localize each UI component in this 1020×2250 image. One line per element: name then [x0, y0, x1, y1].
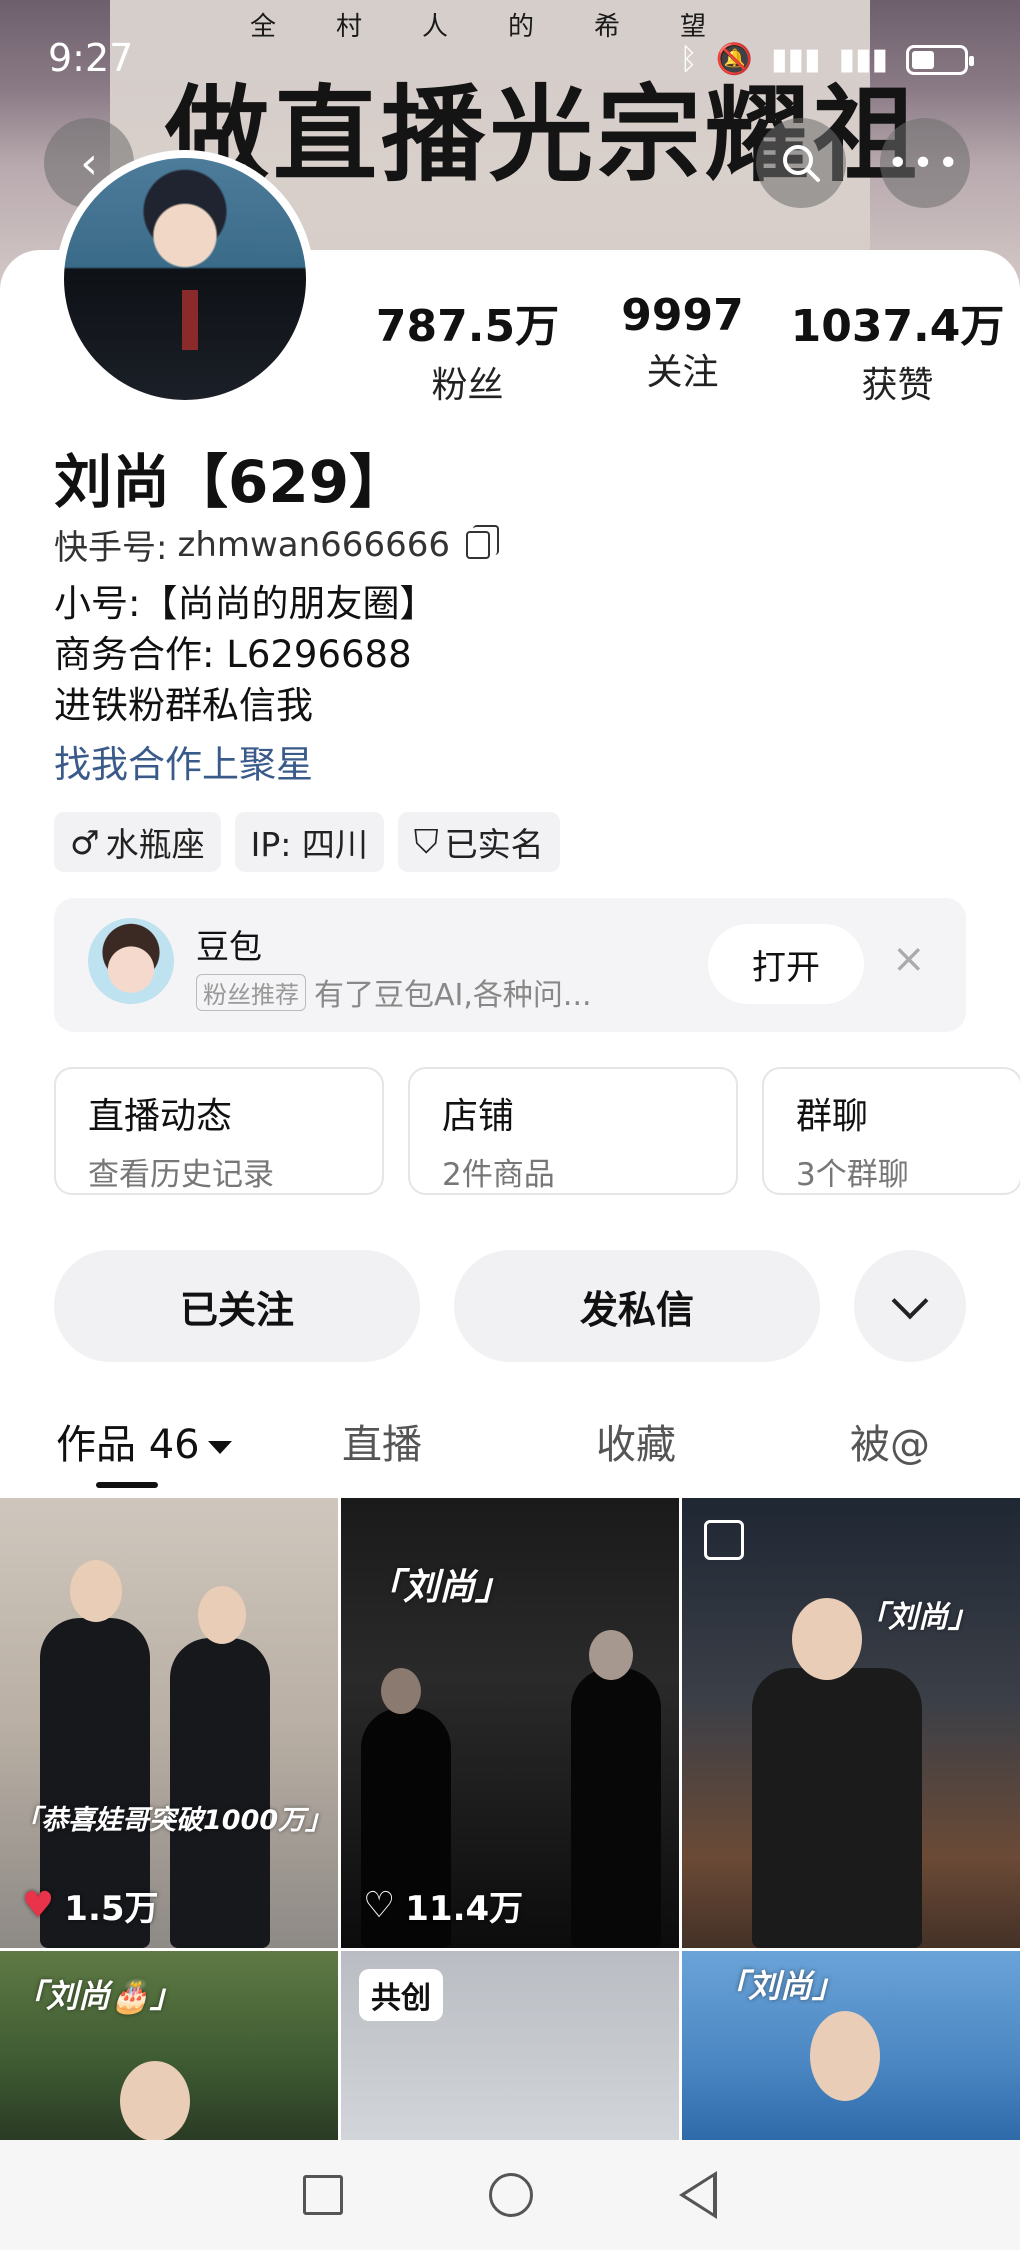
- more-dots-icon: •••: [887, 142, 963, 184]
- like-count-value: 11.4万: [405, 1889, 524, 1929]
- bio-link[interactable]: 找我合作上聚星: [54, 739, 436, 790]
- stat-fans[interactable]: 787.5万 粉丝: [360, 290, 575, 408]
- ai-badge: 粉丝推荐: [196, 973, 306, 1011]
- tag-label: 已实名: [444, 825, 544, 864]
- shortcut-title: 群聊: [796, 1096, 869, 1137]
- shortcut-shop[interactable]: 店铺 2件商品: [408, 1067, 738, 1195]
- video-thumbnail[interactable]: 「刘尚」: [682, 1951, 1020, 2141]
- mute-icon: 🔕: [715, 42, 753, 77]
- shortcut-live-history[interactable]: 直播动态 查看历史记录: [54, 1067, 384, 1195]
- video-thumbnail[interactable]: 「恭喜娃哥突破1000万」 ♥ 1.5万: [0, 1498, 338, 1948]
- like-count-value: 1.5万: [64, 1889, 159, 1929]
- kuaishou-id-row[interactable]: 快手号: zhmwan666666: [54, 520, 499, 569]
- tag-label: IP: 四川: [250, 825, 368, 864]
- chevron-down-icon: [891, 1282, 929, 1320]
- stat-label: 关注: [646, 352, 719, 393]
- bluetooth-icon: ᛒ: [679, 42, 698, 77]
- ai-desc: 有了豆包AI,各种问...: [314, 978, 592, 1013]
- tag-ip: IP: 四川: [234, 812, 384, 872]
- male-icon: ♂: [70, 822, 100, 862]
- status-bar: 9:27 ᛒ 🔕 ▮▮▮ ▮▮▮: [0, 0, 1020, 120]
- like-count: ♡ 11.4万: [363, 1881, 523, 1930]
- profile-tags: ♂ 水瓶座 IP: 四川 ⛉ 已实名: [54, 812, 560, 872]
- heart-filled-icon: ♥: [22, 1885, 55, 1926]
- tab-favorites[interactable]: 收藏: [596, 1412, 676, 1470]
- works-grid: 「恭喜娃哥突破1000万」 ♥ 1.5万 「刘尚」 ♡ 11.4万 「刘尚」 「…: [0, 1498, 1020, 2141]
- chevron-left-icon: ‹: [80, 137, 98, 189]
- message-button[interactable]: 发私信: [454, 1250, 820, 1362]
- video-caption: 「刘尚」: [858, 1600, 978, 1635]
- profile-name: 刘尚【629】: [54, 448, 408, 516]
- kuaishou-id-label: 快手号:: [54, 528, 168, 568]
- photo-thumbnail[interactable]: 「刘尚」: [682, 1498, 1020, 1948]
- stat-value: 9997: [621, 290, 744, 341]
- video-caption: 「刘尚🎂」: [14, 1977, 182, 2015]
- shortcut-title: 店铺: [442, 1096, 515, 1137]
- ai-open-button[interactable]: 打开: [708, 924, 864, 1004]
- bio-line: 小号:【尚尚的朋友圈】: [54, 582, 437, 625]
- followed-button[interactable]: 已关注: [54, 1250, 420, 1362]
- status-time: 9:27: [48, 36, 134, 80]
- system-nav-bar: [0, 2140, 1020, 2250]
- tag-label: 水瓶座: [105, 825, 205, 864]
- gallery-icon: [704, 1520, 744, 1560]
- action-row: 已关注 发私信: [54, 1250, 966, 1362]
- shortcut-sub: 2件商品: [442, 1157, 555, 1193]
- copy-icon[interactable]: [465, 524, 499, 559]
- video-thumbnail[interactable]: 共创: [341, 1951, 679, 2141]
- video-caption: 「刘尚」: [367, 1567, 512, 1608]
- wifi-signal-icon: ▮▮▮: [838, 42, 888, 77]
- ai-name: 豆包: [196, 927, 262, 966]
- stat-label: 粉丝: [431, 365, 504, 406]
- stat-value: 1037.4万: [790, 301, 1005, 352]
- tab-mentions[interactable]: 被@: [850, 1412, 930, 1470]
- video-caption: 「恭喜娃哥突破1000万」: [14, 1805, 333, 1836]
- search-icon: [783, 145, 820, 182]
- content-tabs: 作品 46 直播 收藏 被@: [54, 1412, 966, 1492]
- shortcut-group-chat[interactable]: 群聊 3个群聊: [762, 1067, 1020, 1195]
- shortcut-sub: 查看历史记录: [88, 1157, 274, 1193]
- caret-down-icon: [207, 1440, 232, 1454]
- close-icon[interactable]: ×: [892, 936, 926, 982]
- home-icon[interactable]: [489, 2173, 533, 2217]
- status-icons: ᛒ 🔕 ▮▮▮ ▮▮▮: [679, 42, 974, 77]
- stat-label: 获赞: [861, 365, 934, 406]
- battery-icon: [906, 44, 974, 75]
- tab-label: 作品 46: [56, 1422, 200, 1468]
- tab-live[interactable]: 直播: [342, 1412, 422, 1470]
- ai-recommend-card[interactable]: 豆包 粉丝推荐 有了豆包AI,各种问... 打开 ×: [54, 898, 966, 1032]
- profile-bio: 小号:【尚尚的朋友圈】 商务合作: L6296688 进铁粉群私信我 找我合作上…: [54, 578, 436, 790]
- shield-check-icon: ⛉: [413, 822, 439, 861]
- tab-works[interactable]: 作品 46: [56, 1412, 232, 1470]
- signal-icon: ▮▮▮: [770, 42, 821, 77]
- co-create-badge: 共创: [359, 1969, 443, 2021]
- search-button[interactable]: [756, 118, 846, 208]
- stat-value: 787.5万: [375, 301, 560, 352]
- avatar[interactable]: [56, 150, 314, 408]
- bio-line: 进铁粉群私信我: [54, 684, 313, 727]
- avatar-image: [64, 158, 306, 400]
- recent-apps-icon[interactable]: [303, 2175, 343, 2215]
- back-triangle-icon[interactable]: [679, 2171, 717, 2219]
- tag-verified: ⛉ 已实名: [397, 812, 560, 872]
- shortcut-sub: 3个群聊: [796, 1157, 909, 1193]
- more-button[interactable]: •••: [880, 118, 970, 208]
- video-caption: 「刘尚」: [716, 1967, 845, 2005]
- ai-avatar: [88, 918, 174, 1004]
- tag-zodiac: ♂ 水瓶座: [54, 812, 221, 872]
- tab-indicator: [96, 1482, 158, 1488]
- heart-outline-icon: ♡: [363, 1885, 396, 1926]
- stat-following[interactable]: 9997 关注: [575, 290, 790, 408]
- profile-stats: 787.5万 粉丝 9997 关注 1037.4万 获赞: [360, 290, 1005, 408]
- shortcut-row: 直播动态 查看历史记录 店铺 2件商品 群聊 3个群聊: [54, 1067, 1020, 1195]
- video-thumbnail[interactable]: 「刘尚🎂」: [0, 1951, 338, 2141]
- bio-line: 商务合作: L6296688: [54, 633, 412, 676]
- ai-desc-row: 粉丝推荐 有了豆包AI,各种问...: [196, 970, 592, 1014]
- video-thumbnail[interactable]: 「刘尚」 ♡ 11.4万: [341, 1498, 679, 1948]
- kuaishou-id-value: zhmwan666666: [177, 524, 450, 565]
- stat-likes[interactable]: 1037.4万 获赞: [790, 290, 1005, 408]
- like-count: ♥ 1.5万: [22, 1881, 159, 1930]
- shortcut-title: 直播动态: [88, 1096, 233, 1137]
- expand-button[interactable]: [854, 1250, 966, 1362]
